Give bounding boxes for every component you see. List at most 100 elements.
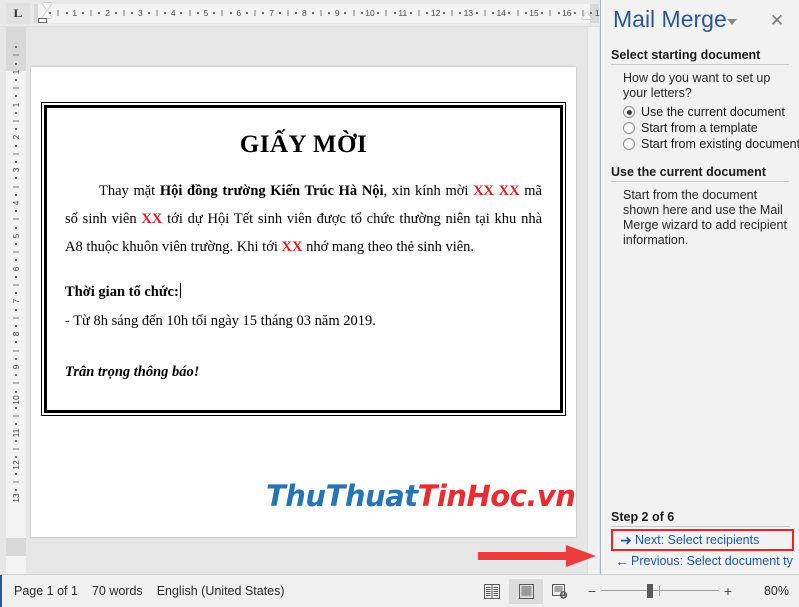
status-page-number[interactable]: Page 1 of 1 xyxy=(14,584,78,598)
vertical-ruler-dot xyxy=(15,308,17,311)
task-pane-footer: Step 2 of 6 ➜ Next: Select recipients ← … xyxy=(601,510,799,574)
radio-option-use-current-document[interactable]: Use the current document xyxy=(623,105,791,119)
status-language[interactable]: English (United States) xyxy=(157,584,285,598)
ruler-minor-tick xyxy=(484,10,486,16)
zoom-slider-midpoint xyxy=(659,586,660,596)
ruler-mark: 7 xyxy=(269,8,274,18)
ruler-mark: 12 xyxy=(430,8,441,18)
view-button-web-layout[interactable] xyxy=(543,579,577,604)
vertical-ruler-mark: 2 xyxy=(11,135,21,140)
mail-merge-task-pane[interactable]: Mail Merge ✕ Select starting document Ho… xyxy=(600,0,799,574)
ruler-minor-tick xyxy=(353,10,355,16)
left-indent-marker[interactable] xyxy=(38,18,47,23)
vertical-ruler-dot xyxy=(15,79,17,81)
ruler-minor-dot xyxy=(459,12,462,14)
first-line-indent-marker[interactable] xyxy=(42,3,52,10)
vertical-ruler-dot xyxy=(15,374,17,377)
ruler-minor-tick xyxy=(517,10,519,16)
radio-icon[interactable] xyxy=(623,138,635,150)
chevron-down-icon[interactable] xyxy=(727,19,737,25)
vertical-ruler-dot xyxy=(15,111,17,114)
vertical-ruler-tick xyxy=(13,415,19,417)
ruler-minor-dot xyxy=(246,12,248,14)
vertical-ruler-tick xyxy=(13,284,19,286)
para-text-1: Thay mặt xyxy=(99,183,160,199)
document-scroll-strip[interactable] xyxy=(587,27,599,574)
zoom-control[interactable]: − + xyxy=(583,583,737,599)
radio-option-start-from-template[interactable]: Start from a template xyxy=(623,121,791,135)
previous-step-link[interactable]: ← Previous: Select document ty xyxy=(613,554,798,568)
document-canvas[interactable]: GIẤY MỜI Thay mặt Hội đồng trường Kiến T… xyxy=(26,27,599,574)
ruler-minor-dot xyxy=(147,12,150,14)
radio-label-use-current-document: Use the current document xyxy=(641,105,785,119)
vertical-ruler-dot xyxy=(15,46,17,49)
document-subheading: Thời gian tổ chức: xyxy=(65,283,542,301)
ruler-mark: 9 xyxy=(334,8,340,18)
radio-icon[interactable] xyxy=(623,122,635,134)
ruler-mark: 13 xyxy=(463,8,474,18)
ruler-mark: 8 xyxy=(302,8,307,18)
radio-label-start-from-existing: Start from existing document xyxy=(641,137,799,151)
ruler-minor-dot xyxy=(82,12,84,14)
right-indent-marker[interactable] xyxy=(582,12,592,19)
zoom-slider[interactable] xyxy=(601,584,719,598)
previous-step-label: Previous: Select document ty xyxy=(631,554,793,568)
radio-option-start-from-existing[interactable]: Start from existing document xyxy=(623,137,799,151)
vertical-ruler-dot xyxy=(15,161,17,163)
ruler-mark: 4 xyxy=(170,8,176,18)
tab-stop-selector[interactable]: L xyxy=(6,3,30,24)
vertical-ruler-mark: 13 xyxy=(11,493,21,503)
vertical-ruler-dot xyxy=(15,193,17,196)
vertical-ruler-tick xyxy=(13,448,19,450)
ruler-minor-dot xyxy=(114,12,117,14)
status-word-count[interactable]: 70 words xyxy=(92,584,143,598)
zoom-out-button[interactable]: − xyxy=(583,583,601,599)
vertical-ruler-tick xyxy=(13,186,19,188)
vertical-ruler-mark: 8 xyxy=(11,331,21,337)
vertical-ruler-mark: 10 xyxy=(11,395,21,405)
status-bar: Page 1 of 1 70 words English (United Sta… xyxy=(0,574,799,607)
ruler-minor-dot xyxy=(541,12,544,14)
zoom-level-label[interactable]: 80% xyxy=(747,584,789,598)
next-step-link[interactable]: ➜ Next: Select recipients xyxy=(617,533,788,547)
vertical-ruler-mark: 11 xyxy=(11,428,21,438)
vertical-ruler[interactable]: 1 1 2 3 4 5 6 7 8 9 10 11 12 13 xyxy=(6,27,26,574)
vertical-ruler-dot xyxy=(15,292,17,295)
vertical-ruler-mark: 3 xyxy=(11,167,21,173)
ruler-minor-tick xyxy=(189,10,191,16)
ruler-minor-dot xyxy=(213,12,216,14)
zoom-slider-thumb[interactable] xyxy=(647,584,653,598)
vertical-ruler-dot xyxy=(15,407,17,409)
document-body[interactable]: GIẤY MỜI Thay mặt Hội đồng trường Kiến T… xyxy=(53,113,554,405)
vertical-ruler-dot xyxy=(15,144,17,147)
hanging-indent-marker[interactable] xyxy=(42,11,52,18)
ruler-minor-dot xyxy=(164,12,166,14)
close-icon[interactable]: ✕ xyxy=(767,10,787,30)
ruler-minor-dot xyxy=(65,12,68,14)
ruler-minor-dot xyxy=(328,12,330,14)
view-button-read-mode[interactable] xyxy=(475,579,509,604)
ruler-minor-dot xyxy=(393,12,396,14)
merge-field-2: XX xyxy=(141,211,163,227)
ruler-minor-dot xyxy=(98,12,101,14)
ruler-minor-dot xyxy=(557,12,560,14)
zoom-in-button[interactable]: + xyxy=(719,583,737,599)
vertical-ruler-tick xyxy=(13,153,19,155)
document-signoff: Trân trọng thông báo! xyxy=(65,364,200,380)
ruler-minor-dot xyxy=(475,12,478,14)
vertical-ruler-scale: 1 1 2 3 4 5 6 7 8 9 10 11 12 13 xyxy=(6,27,26,574)
vertical-ruler-mark: 6 xyxy=(11,266,21,271)
ruler-minor-tick xyxy=(418,10,420,16)
section-description: Start from the document shown here and u… xyxy=(623,188,787,247)
arrow-left-icon: ← xyxy=(615,554,629,568)
view-mode-buttons xyxy=(475,575,577,607)
document-page[interactable]: GIẤY MỜI Thay mặt Hội đồng trường Kiến T… xyxy=(31,67,576,537)
ruler-minor-tick xyxy=(385,10,387,16)
ruler-minor-tick xyxy=(90,10,92,16)
vertical-ruler-dot xyxy=(15,128,17,131)
radio-icon-selected[interactable] xyxy=(623,106,635,118)
vertical-ruler-dot xyxy=(15,226,17,229)
ruler-minor-dot xyxy=(278,12,281,14)
ruler-mark: 14 xyxy=(496,8,506,18)
view-button-print-layout[interactable] xyxy=(509,578,543,604)
